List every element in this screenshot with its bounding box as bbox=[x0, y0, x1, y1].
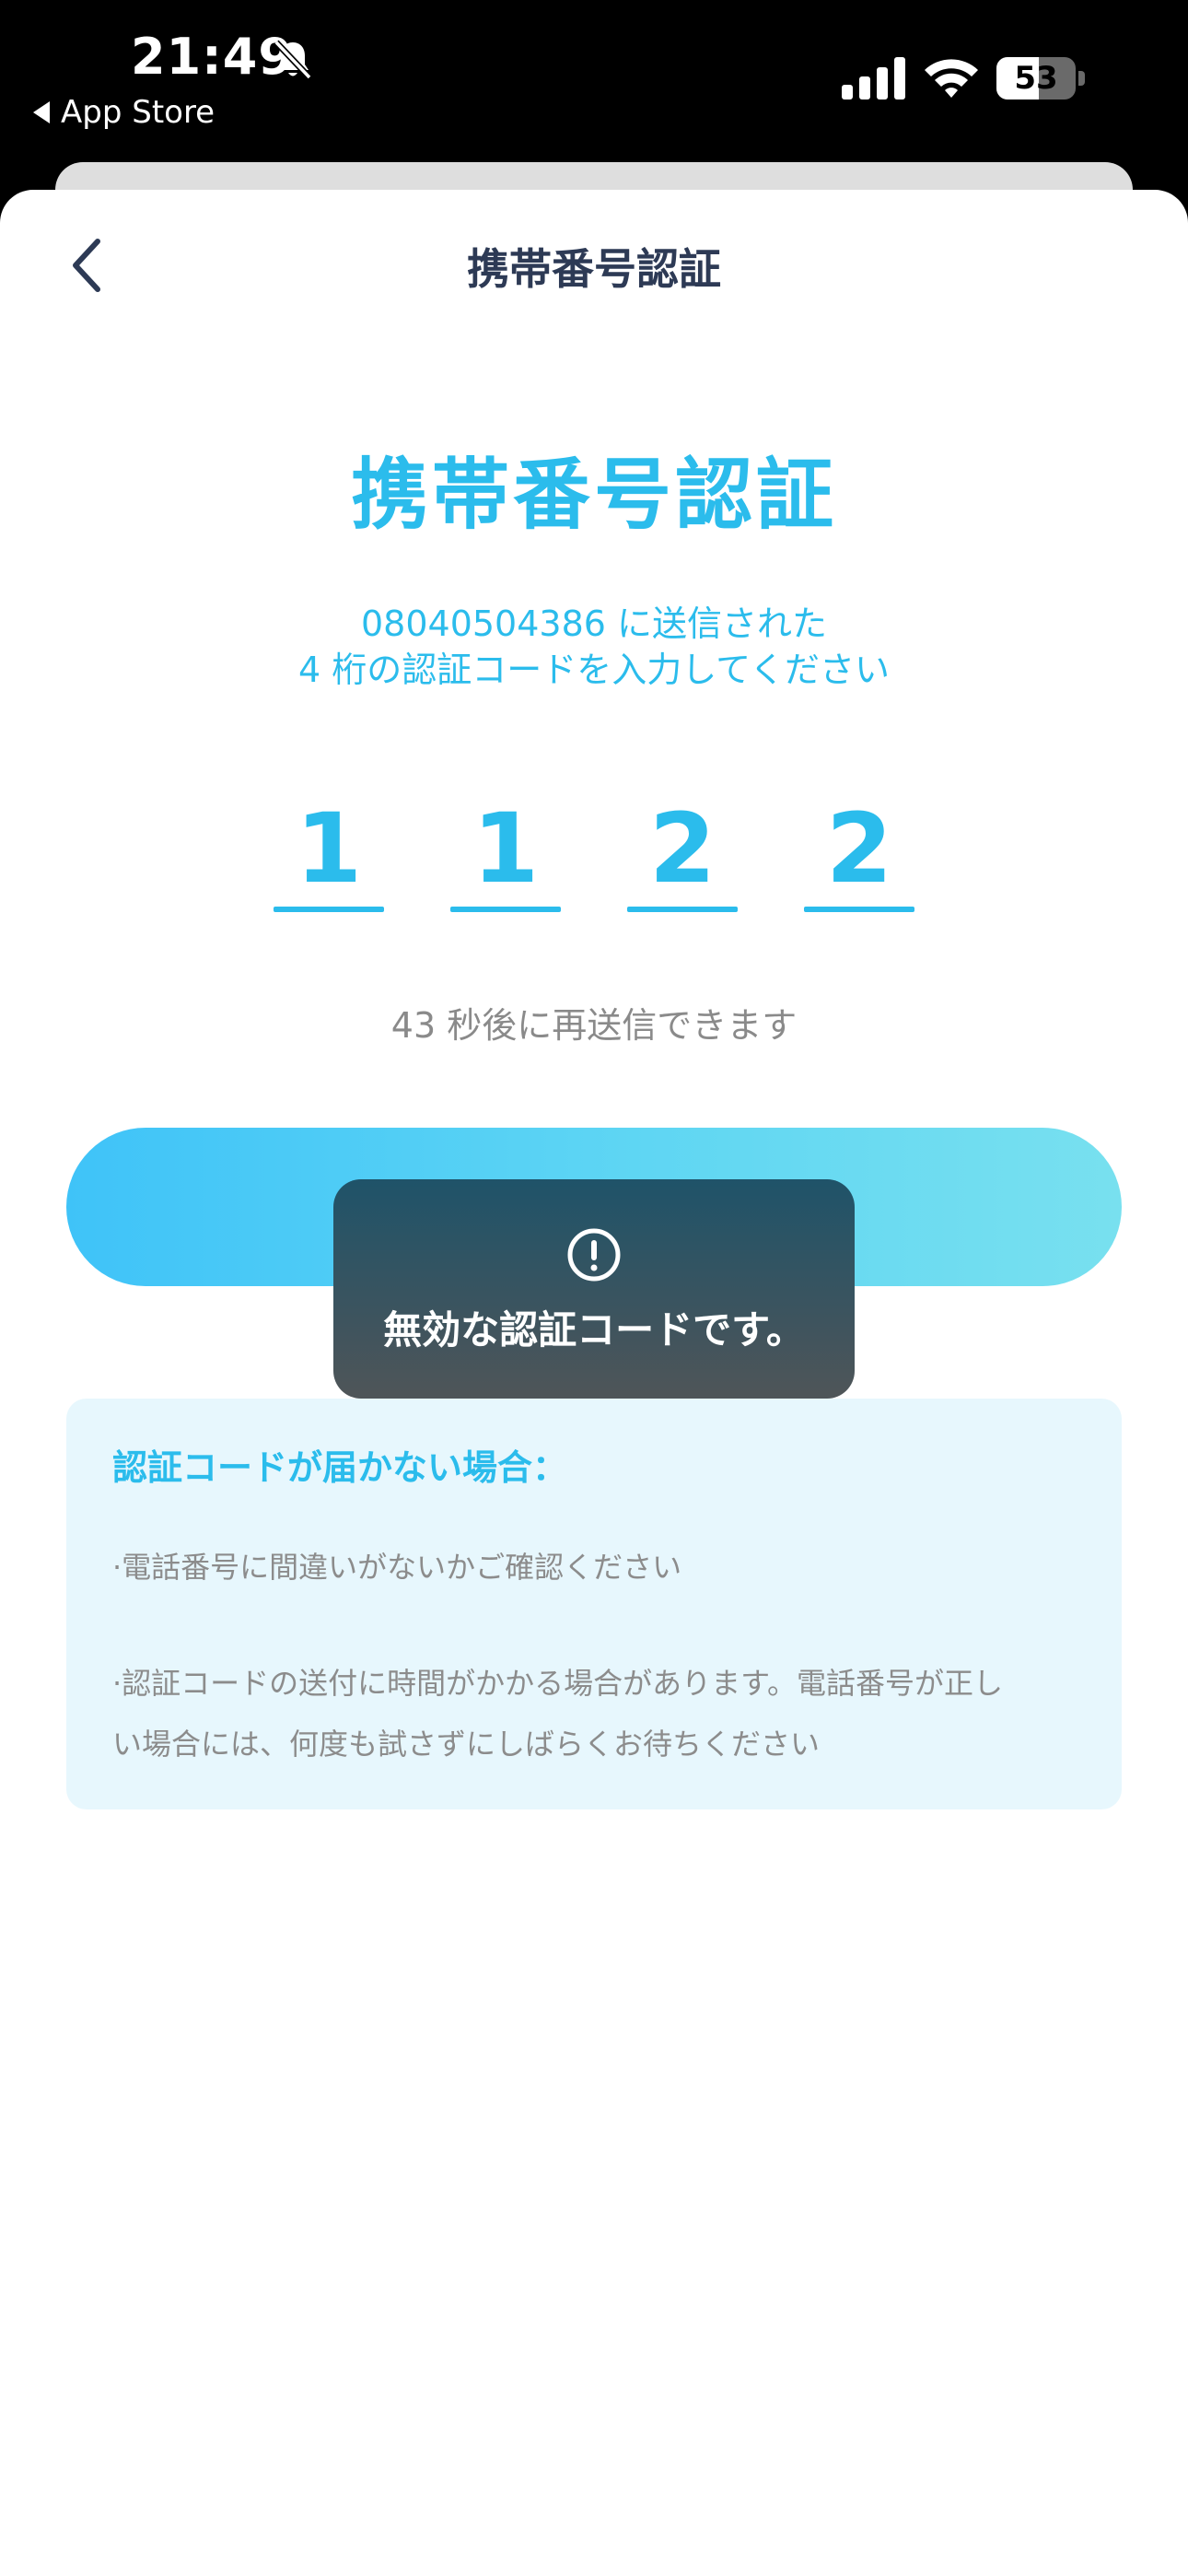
code-digit-4[interactable]: 2 bbox=[804, 792, 914, 916]
code-underline-2 bbox=[450, 907, 561, 912]
code-underline-4 bbox=[804, 907, 914, 912]
subtitle-line2: 4 桁の認証コードを入力してください bbox=[298, 650, 890, 690]
bell-slash-icon bbox=[274, 40, 312, 80]
back-app-label: App Store bbox=[61, 94, 215, 131]
code-underline-1 bbox=[274, 907, 384, 912]
nav-title: 携帯番号認証 bbox=[467, 244, 721, 294]
code-digit-3[interactable]: 2 bbox=[627, 792, 738, 916]
help-title: 認証コードが届かない場合： bbox=[112, 1447, 568, 1488]
screen: 21:49 App Store 53 携帯番号認証 携帯番号認証 0804050… bbox=[0, 0, 1188, 2576]
status-time: 21:49 bbox=[131, 28, 294, 86]
help-item-2-line1: ·認証コードの送付に時間がかかる場合があります。電話番号が正し bbox=[112, 1666, 1003, 1701]
exclamation-circle-icon bbox=[567, 1228, 621, 1282]
battery-percent: 53 bbox=[1014, 60, 1058, 97]
error-toast: 無効な認証コードです。 bbox=[333, 1179, 855, 1399]
battery-cap bbox=[1078, 71, 1085, 86]
code-digit-2[interactable]: 1 bbox=[450, 792, 561, 916]
code-digit-1[interactable]: 1 bbox=[274, 792, 384, 916]
battery-body: 53 bbox=[996, 57, 1076, 100]
code-underline-3 bbox=[627, 907, 738, 912]
back-to-app-store[interactable]: App Store bbox=[33, 94, 215, 131]
resend-countdown: 43 秒後に再送信できます bbox=[390, 1005, 798, 1046]
help-item-2-line2: い場合には、何度も試さずにしばらくお待ちください bbox=[112, 1727, 821, 1762]
wifi-icon bbox=[925, 59, 978, 98]
cellular-signal-icon bbox=[842, 57, 905, 100]
battery-icon: 53 bbox=[996, 57, 1087, 100]
toast-message: 無効な認証コードです。 bbox=[383, 1307, 805, 1352]
page-title: 携帯番号認証 bbox=[350, 450, 837, 540]
subtitle-line1: 08040504386 に送信された bbox=[360, 603, 828, 644]
help-item-1: ·電話番号に間違いがないかご確認ください bbox=[112, 1550, 682, 1585]
help-box: 認証コードが届かない場合： ·電話番号に間違いがないかご確認ください ·認証コー… bbox=[66, 1399, 1122, 1809]
back-triangle-icon bbox=[33, 101, 50, 123]
